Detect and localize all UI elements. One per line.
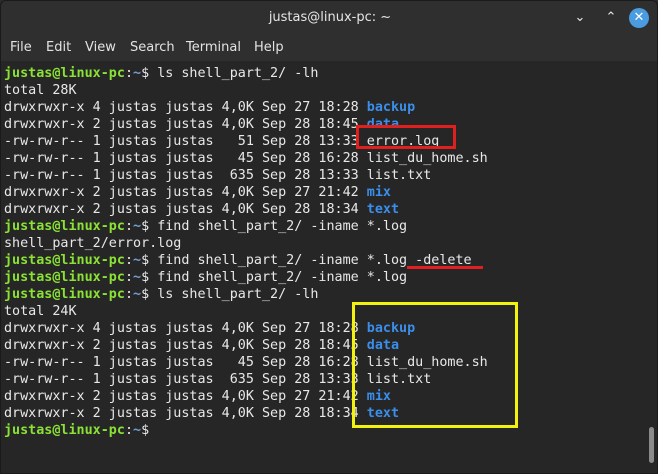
output-line: total 24K: [4, 304, 77, 319]
menu-bar: File Edit View Search Terminal Help: [1, 35, 657, 61]
file-metadata: -rw-rw-r-- 1 justas justas 635 Sep 28 13…: [4, 168, 367, 183]
command-line: justas@linux-pc:~$ ls shell_part_2/ -lh: [4, 65, 318, 82]
file-metadata: drwxrwxr-x 4 justas justas 4,0K Sep 27 1…: [4, 321, 367, 336]
listing-row: drwxrwxr-x 4 justas justas 4,0K Sep 27 1…: [4, 99, 415, 116]
prompt-path: ~: [133, 270, 142, 285]
file-metadata: -rw-rw-r-- 1 justas justas 45 Sep 28 16:…: [4, 355, 367, 370]
prompt-path: ~: [133, 253, 142, 268]
listing-row: drwxrwxr-x 2 justas justas 4,0K Sep 27 2…: [4, 388, 391, 405]
command-line: justas@linux-pc:~$ find shell_part_2/ -i…: [4, 252, 472, 269]
directory-name: text: [366, 202, 400, 217]
command-text: find shell_part_2/ -iname *.log: [157, 219, 408, 234]
prompt-user: justas@linux-pc: [4, 66, 125, 81]
prompt-path: ~: [133, 423, 142, 438]
menu-terminal[interactable]: Terminal: [186, 40, 241, 55]
prompt-separator: :: [124, 66, 133, 81]
file-metadata: drwxrwxr-x 2 justas justas 4,0K Sep 27 2…: [4, 389, 367, 404]
prompt-dollar: $: [141, 287, 158, 302]
prompt-separator: :: [124, 253, 133, 268]
listing-row: drwxrwxr-x 2 justas justas 4,0K Sep 28 1…: [4, 116, 399, 133]
scrollbar-thumb[interactable]: [649, 427, 654, 463]
file-metadata: drwxrwxr-x 2 justas justas 4,0K Sep 28 1…: [4, 338, 367, 353]
minimize-icon[interactable]: ⌄: [570, 8, 590, 28]
text-cursor: [157, 422, 165, 437]
close-icon[interactable]: ✕: [629, 8, 649, 28]
prompt-user: justas@linux-pc: [4, 287, 125, 302]
prompt-path: ~: [133, 219, 142, 234]
file-metadata: drwxrwxr-x 2 justas justas 4,0K Sep 28 1…: [4, 202, 367, 217]
prompt-separator: :: [124, 270, 133, 285]
listing-row: drwxrwxr-x 2 justas justas 4,0K Sep 28 1…: [4, 405, 399, 422]
prompt-user: justas@linux-pc: [4, 423, 125, 438]
file-name: list.txt: [366, 168, 432, 183]
directory-name: backup: [366, 100, 416, 115]
listing-row: drwxrwxr-x 2 justas justas 4,0K Sep 28 1…: [4, 201, 399, 218]
prompt-user: justas@linux-pc: [4, 219, 125, 234]
file-name: list_du_home.sh: [366, 151, 488, 166]
output-line: total 28K: [4, 83, 77, 98]
menu-help[interactable]: Help: [254, 40, 284, 55]
error-log-highlight-box: [356, 125, 456, 149]
menu-file[interactable]: File: [10, 40, 32, 55]
prompt-path: ~: [133, 66, 142, 81]
prompt-separator: :: [124, 219, 133, 234]
remaining-files-highlight-box: [352, 302, 518, 428]
terminal-output[interactable]: justas@linux-pc:~$ ls shell_part_2/ -lh t…: [1, 61, 657, 473]
listing-row: drwxrwxr-x 2 justas justas 4,0K Sep 27 2…: [4, 184, 391, 201]
command-text: find shell_part_2/ -iname *.log: [157, 270, 408, 285]
prompt-dollar: $: [141, 270, 158, 285]
terminal-window: justas@linux-pc: ~ ⌄ ⌃ ✕ File Edit View …: [0, 0, 658, 474]
output-line: shell_part_2/error.log: [4, 236, 182, 251]
listing-row: drwxrwxr-x 2 justas justas 4,0K Sep 28 1…: [4, 337, 399, 354]
command-line: justas@linux-pc:~$: [4, 422, 165, 439]
file-metadata: drwxrwxr-x 2 justas justas 4,0K Sep 27 2…: [4, 185, 367, 200]
prompt-dollar: $: [141, 423, 158, 438]
prompt-dollar: $: [141, 219, 158, 234]
title-bar[interactable]: justas@linux-pc: ~ ⌄ ⌃ ✕: [1, 1, 657, 35]
command-text: ls shell_part_2/ -lh: [157, 66, 319, 81]
menu-edit[interactable]: Edit: [46, 40, 71, 55]
file-metadata: drwxrwxr-x 4 justas justas 4,0K Sep 27 1…: [4, 100, 367, 115]
prompt-dollar: $: [141, 66, 158, 81]
menu-view[interactable]: View: [85, 40, 116, 55]
prompt-dollar: $: [141, 253, 158, 268]
listing-row: -rw-rw-r-- 1 justas justas 635 Sep 28 13…: [4, 167, 431, 184]
command-text: ls shell_part_2/ -lh: [157, 287, 319, 302]
prompt-user: justas@linux-pc: [4, 253, 125, 268]
command-line: justas@linux-pc:~$ find shell_part_2/ -i…: [4, 269, 407, 286]
prompt-path: ~: [133, 287, 142, 302]
command-line: justas@linux-pc:~$ find shell_part_2/ -i…: [4, 218, 407, 235]
file-metadata: -rw-rw-r-- 1 justas justas 45 Sep 28 16:…: [4, 151, 367, 166]
file-metadata: -rw-rw-r-- 1 justas justas 51 Sep 28 13:…: [4, 134, 367, 149]
delete-flag-underline: [407, 266, 483, 269]
directory-name: mix: [366, 185, 391, 200]
menu-search[interactable]: Search: [130, 40, 175, 55]
file-metadata: drwxrwxr-x 2 justas justas 4,0K Sep 28 1…: [4, 117, 367, 132]
window-title: justas@linux-pc: ~: [268, 10, 392, 25]
maximize-icon[interactable]: ⌃: [601, 8, 621, 28]
prompt-separator: :: [124, 287, 133, 302]
prompt-separator: :: [124, 423, 133, 438]
listing-row: -rw-rw-r-- 1 justas justas 45 Sep 28 16:…: [4, 150, 488, 167]
prompt-user: justas@linux-pc: [4, 270, 125, 285]
file-metadata: drwxrwxr-x 2 justas justas 4,0K Sep 28 1…: [4, 406, 367, 421]
command-line: justas@linux-pc:~$ ls shell_part_2/ -lh: [4, 286, 318, 303]
file-metadata: -rw-rw-r-- 1 justas justas 635 Sep 28 13…: [4, 372, 367, 387]
